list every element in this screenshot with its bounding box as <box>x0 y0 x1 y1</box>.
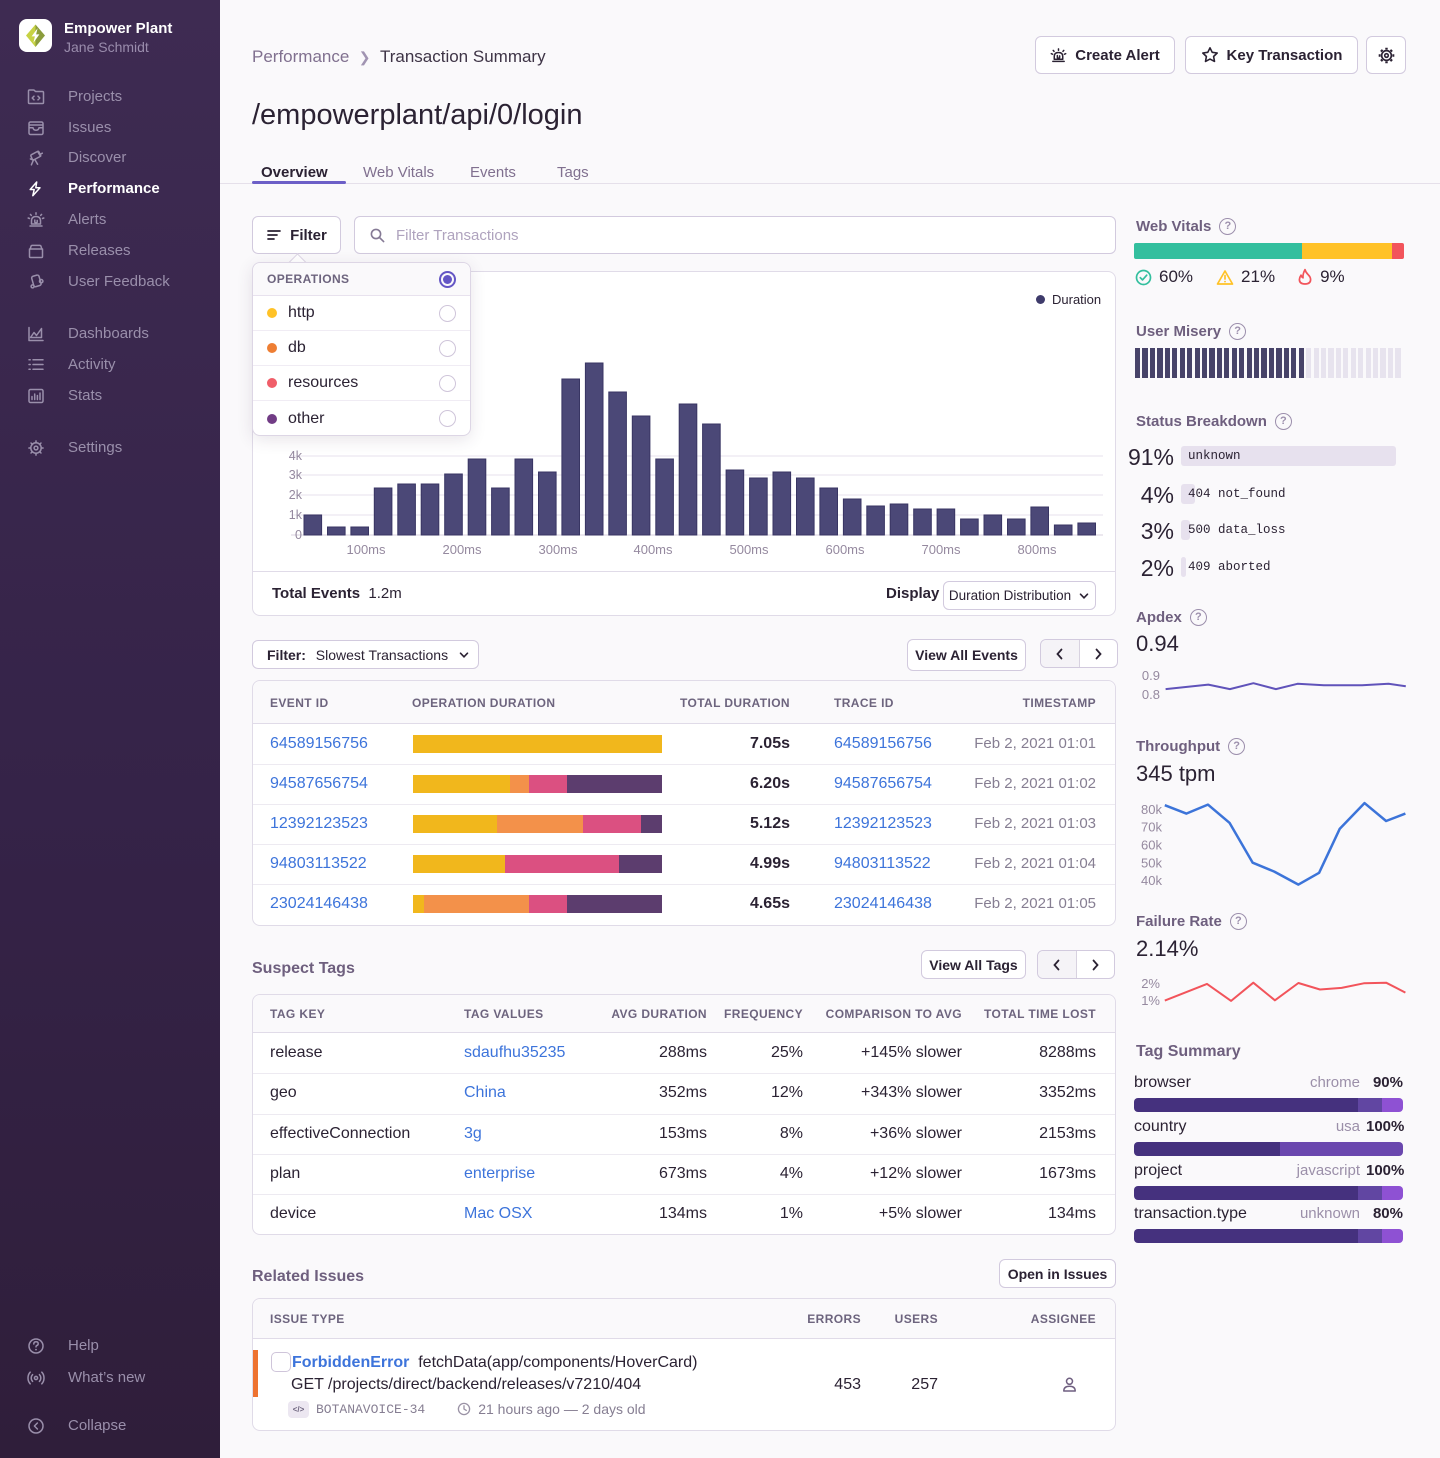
svg-text:500ms: 500ms <box>729 542 769 557</box>
svg-text:0: 0 <box>295 528 302 542</box>
svg-text:400ms: 400ms <box>633 542 673 557</box>
svg-text:2%: 2% <box>1141 976 1160 991</box>
svg-text:70k: 70k <box>1141 820 1162 835</box>
svg-text:200ms: 200ms <box>442 542 482 557</box>
svg-text:50k: 50k <box>1141 855 1162 870</box>
svg-text:0.9: 0.9 <box>1142 668 1160 683</box>
svg-text:1%: 1% <box>1141 993 1160 1008</box>
svg-text:600ms: 600ms <box>825 542 865 557</box>
svg-text:40k: 40k <box>1141 873 1162 888</box>
svg-text:3k: 3k <box>289 468 303 482</box>
svg-text:4k: 4k <box>289 449 303 463</box>
svg-text:100ms: 100ms <box>346 542 386 557</box>
svg-text:60k: 60k <box>1141 837 1162 852</box>
svg-text:0.8: 0.8 <box>1142 687 1160 702</box>
svg-text:1k: 1k <box>289 508 303 522</box>
svg-text:300ms: 300ms <box>538 542 578 557</box>
svg-text:700ms: 700ms <box>921 542 961 557</box>
svg-text:800ms: 800ms <box>1017 542 1057 557</box>
svg-text:80k: 80k <box>1141 802 1162 817</box>
svg-text:2k: 2k <box>289 488 303 502</box>
